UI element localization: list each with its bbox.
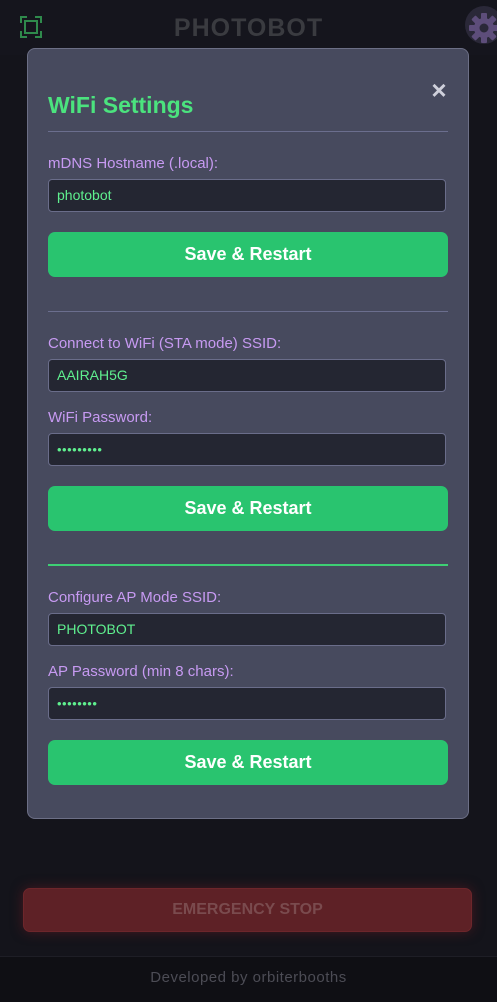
emergency-stop-button[interactable]: EMERGENCY STOP (23, 888, 472, 932)
top-bar: PHOTOBOT (0, 0, 497, 55)
sta-ssid-label: Connect to WiFi (STA mode) SSID: (48, 335, 282, 352)
hostname-input[interactable]: photobot (48, 179, 446, 212)
divider (48, 131, 448, 132)
ap-password-label: AP Password (min 8 chars): (48, 663, 234, 680)
wifi-password-input[interactable]: ••••••••• (48, 433, 446, 466)
save-wifi-button[interactable]: Save & Restart (48, 486, 448, 531)
divider (48, 564, 448, 566)
modal-title: WiFi Settings (48, 92, 194, 118)
wifi-settings-modal: WiFi Settings × mDNS Hostname (.local): … (27, 48, 469, 819)
sta-ssid-input[interactable]: AAIRAH5G (48, 359, 446, 392)
ap-password-input[interactable]: •••••••• (48, 687, 446, 720)
wifi-password-label: WiFi Password: (48, 409, 153, 426)
app-title: PHOTOBOT (173, 14, 324, 42)
gear-icon[interactable] (460, 4, 497, 46)
ap-ssid-label: Configure AP Mode SSID: (48, 589, 222, 606)
save-hostname-button[interactable]: Save & Restart (48, 232, 448, 277)
divider (48, 311, 448, 312)
close-icon[interactable]: × (429, 77, 449, 103)
save-ap-button[interactable]: Save & Restart (48, 740, 448, 785)
ap-ssid-input[interactable]: PHOTOBOT (48, 613, 446, 646)
footer-credit: Developed by orbiterbooths (0, 956, 497, 1002)
hostname-label: mDNS Hostname (.local): (48, 155, 219, 172)
